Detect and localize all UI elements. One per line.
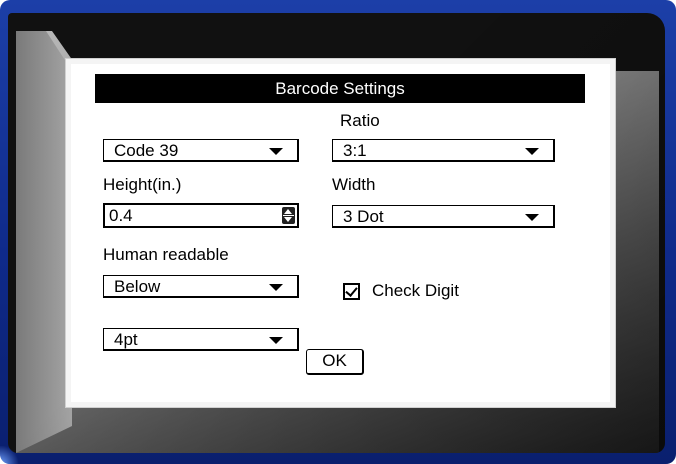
dropdown-arrow-icon [269,148,283,155]
dropdown-arrow-icon [269,337,283,344]
width-label: Width [332,175,376,194]
human-readable-value: Below [114,277,161,296]
height-spinner[interactable]: 0.4 [103,203,299,228]
checkmark-icon [345,284,358,297]
symbology-value: Code 39 [114,141,179,160]
width-value: 3 Dot [343,207,384,226]
dropdown-arrow-icon [525,214,539,221]
spinner-buttons[interactable] [282,207,295,224]
spinner-divider [283,215,294,216]
dialog-title: Barcode Settings [95,74,585,103]
height-value: 0.4 [109,206,133,225]
barcode-settings-dialog: Barcode Settings Ratio Code 39 3:1 Heigh… [66,59,615,407]
device-frame: Barcode Settings Ratio Code 39 3:1 Heigh… [0,0,676,464]
spinner-down-icon[interactable] [284,217,292,222]
text-size-value: 4pt [114,330,138,349]
height-label: Height(in.) [103,175,182,194]
spinner-up-icon[interactable] [284,209,292,214]
human-readable-dropdown[interactable]: Below [103,275,299,298]
dropdown-arrow-icon [269,284,283,291]
symbology-dropdown[interactable]: Code 39 [103,139,299,162]
check-digit-checkbox[interactable] [343,283,360,300]
ratio-value: 3:1 [343,141,367,160]
check-digit-label[interactable]: Check Digit [372,281,459,301]
width-dropdown[interactable]: 3 Dot [332,205,555,228]
dropdown-arrow-icon [525,148,539,155]
human-readable-label: Human readable [103,245,229,264]
text-size-dropdown[interactable]: 4pt [103,328,299,351]
ratio-label: Ratio [340,111,380,130]
ok-button[interactable]: OK [306,349,364,375]
corner-glow [0,446,20,464]
ratio-dropdown[interactable]: 3:1 [332,139,555,162]
